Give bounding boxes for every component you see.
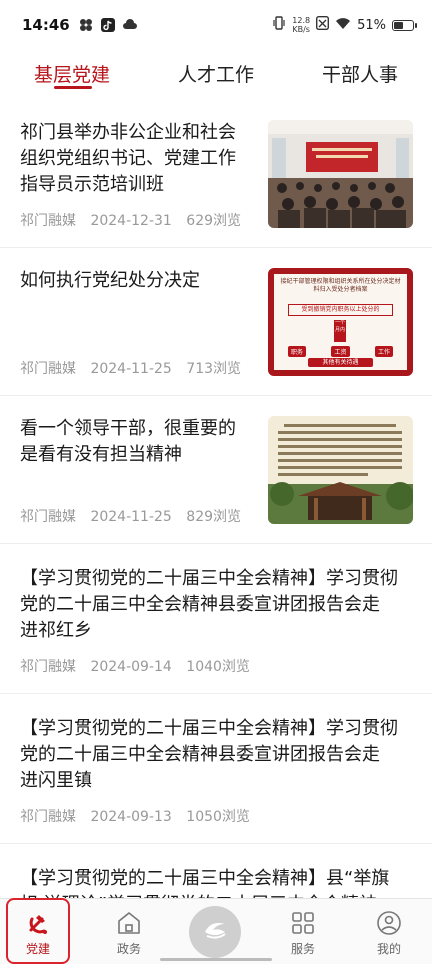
article-meta: 祁门融媒 2024-11-25 829浏览 xyxy=(20,506,251,526)
category-tabs: 基层党建 人才工作 干部人事 xyxy=(0,50,432,98)
vibrate-icon xyxy=(272,16,286,34)
thumb-chip: 工资 xyxy=(331,346,350,357)
nav-label: 党建 xyxy=(25,942,50,956)
nav-label: 我的 xyxy=(376,942,401,956)
article-item[interactable]: 看一个领导干部，很重要的 是看有没有担当精神 祁门融媒 2024-11-25 8… xyxy=(0,396,432,544)
tab-talent-work[interactable]: 人才工作 xyxy=(178,60,254,87)
net-speed-unit: KB/s xyxy=(292,25,310,34)
article-views: 1050浏览 xyxy=(186,809,250,825)
article-date: 2024-11-25 xyxy=(90,509,172,525)
article-item[interactable]: 【学习贯彻党的二十届三中全会精神】学习贯彻 党的二十届三中全会精神县委宣讲团报告… xyxy=(0,694,432,844)
article-title: 看一个领导干部，很重要的 是看有没有担当精神 xyxy=(20,416,236,468)
thumb-box: 受到撤销党内职务以上处分的 xyxy=(288,304,393,316)
nav-label: 服务 xyxy=(290,942,315,956)
article-title-line: 进闪里镇 xyxy=(20,770,92,791)
article-title-line: 【学习贯彻党的二十届三中全会精神】学习贯彻 xyxy=(20,568,398,589)
article-title-line: 是看有没有担当精神 xyxy=(20,444,182,465)
article-meta: 祁门融媒 2024-09-14 1040浏览 xyxy=(20,656,260,676)
article-meta: 祁门融媒 2024-09-13 1050浏览 xyxy=(20,806,260,826)
nav-party-building[interactable]: 党建 xyxy=(3,899,73,964)
thumb-chip: 职务 xyxy=(288,346,307,357)
article-views: 1040浏览 xyxy=(186,659,250,675)
article-item[interactable]: 如何执行党纪处分决定 祁门融媒 2024-11-25 713浏览 接纪干部管理权… xyxy=(0,248,432,396)
article-title-line: 看一个领导干部，很重要的 xyxy=(20,418,236,439)
status-time: 14:46 xyxy=(22,16,70,34)
article-date: 2024-09-13 xyxy=(90,809,172,825)
article-date: 2024-11-25 xyxy=(90,361,172,377)
home-icon xyxy=(115,909,143,937)
nav-label: 政务 xyxy=(116,942,141,956)
thumb-chip: 工作 xyxy=(374,346,393,357)
article-title-line: 党的二十届三中全会精神县委宣讲团报告会走 xyxy=(20,744,380,765)
article-views: 829浏览 xyxy=(186,509,242,525)
person-icon xyxy=(375,909,403,937)
tab-cadre-personnel[interactable]: 干部人事 xyxy=(322,60,398,87)
article-title: 祁门县举办非公企业和社会 组织党组织书记、党建工作 指导员示范培训班 xyxy=(20,120,236,198)
battery-icon xyxy=(392,19,417,31)
grid-icon xyxy=(289,909,317,937)
nav-mine[interactable]: 我的 xyxy=(354,899,424,964)
article-views: 629浏览 xyxy=(186,213,242,229)
article-source: 祁门融媒 xyxy=(20,659,76,675)
article-thumbnail[interactable] xyxy=(268,120,413,228)
cloud-icon xyxy=(122,17,138,33)
nav-services[interactable]: 服务 xyxy=(268,899,338,964)
thumb-heading: 接纪干部管理权限和组织关系所在处分决定材料归入受处分者档案 xyxy=(280,278,401,293)
article-title-line: 进祁红乡 xyxy=(20,620,92,641)
battery-fill xyxy=(394,21,403,29)
center-home-button[interactable] xyxy=(189,906,241,958)
article-date: 2024-12-31 xyxy=(90,213,172,229)
article-thumbnail[interactable] xyxy=(268,416,413,524)
article-meta: 祁门融媒 2024-12-31 629浏览 xyxy=(20,210,251,230)
gesture-bar[interactable] xyxy=(160,958,272,961)
thumb-column: 一个月内 xyxy=(334,320,346,342)
active-tab-underline xyxy=(54,86,92,89)
nav-government[interactable]: 政务 xyxy=(94,899,164,964)
article-item[interactable]: 祁门县举办非公企业和社会 组织党组织书记、党建工作 指导员示范培训班 祁门融媒 … xyxy=(0,98,432,248)
article-date: 2024-09-14 xyxy=(90,659,172,675)
tab-grassroots-party-building[interactable]: 基层党建 xyxy=(34,60,110,87)
notification-icon xyxy=(78,17,94,33)
article-title-line: 【学习贯彻党的二十届三中全会精神】县“举旗 xyxy=(20,868,390,889)
party-emblem-icon xyxy=(24,909,52,937)
article-views: 713浏览 xyxy=(186,361,242,377)
net-speed: 12.8 KB/s xyxy=(292,16,310,34)
article-title-line: 党的二十届三中全会精神县委宣讲团报告会走 xyxy=(20,594,380,615)
article-title: 如何执行党纪处分决定 xyxy=(20,268,200,294)
article-title: 【学习贯彻党的二十届三中全会精神】学习贯彻 党的二十届三中全会精神县委宣讲团报告… xyxy=(20,566,412,644)
article-source: 祁门融媒 xyxy=(20,509,76,525)
article-item[interactable]: 【学习贯彻党的二十届三中全会精神】学习贯彻 党的二十届三中全会精神县委宣讲团报告… xyxy=(0,544,432,694)
article-title-line: 如何执行党纪处分决定 xyxy=(20,270,200,291)
article-meta: 祁门融媒 2024-11-25 713浏览 xyxy=(20,358,251,378)
article-source: 祁门融媒 xyxy=(20,361,76,377)
app-logo-icon xyxy=(197,912,233,952)
thumb-chips: 职务 工资 工作 xyxy=(288,346,393,357)
tiktok-icon xyxy=(100,17,116,33)
battery-percent: 51% xyxy=(357,17,386,33)
article-source: 祁门融媒 xyxy=(20,809,76,825)
thumb-bottom: 其他有关待遇 xyxy=(308,358,373,367)
article-title-line: 【学习贯彻党的二十届三中全会精神】学习贯彻 xyxy=(20,718,398,739)
sim-off-icon xyxy=(316,15,330,34)
wifi-icon xyxy=(335,17,351,34)
article-item[interactable]: 【学习贯彻党的二十届三中全会精神】县“举旗 帜 送理论”学习贯彻党的二十届三中全… xyxy=(0,844,432,904)
article-thumbnail[interactable]: 接纪干部管理权限和组织关系所在处分决定材料归入受处分者档案 受到撤销党内职务以上… xyxy=(268,268,413,376)
article-title-line: 组织党组织书记、党建工作 xyxy=(20,148,236,169)
article-source: 祁门融媒 xyxy=(20,213,76,229)
article-title-line: 指导员示范培训班 xyxy=(20,174,164,195)
article-title-line: 祁门县举办非公企业和社会 xyxy=(20,122,236,143)
article-title: 【学习贯彻党的二十届三中全会精神】学习贯彻 党的二十届三中全会精神县委宣讲团报告… xyxy=(20,716,412,794)
status-bar: 14:46 12.8 KB/s 51% xyxy=(0,0,432,50)
net-speed-value: 12.8 xyxy=(292,16,311,25)
